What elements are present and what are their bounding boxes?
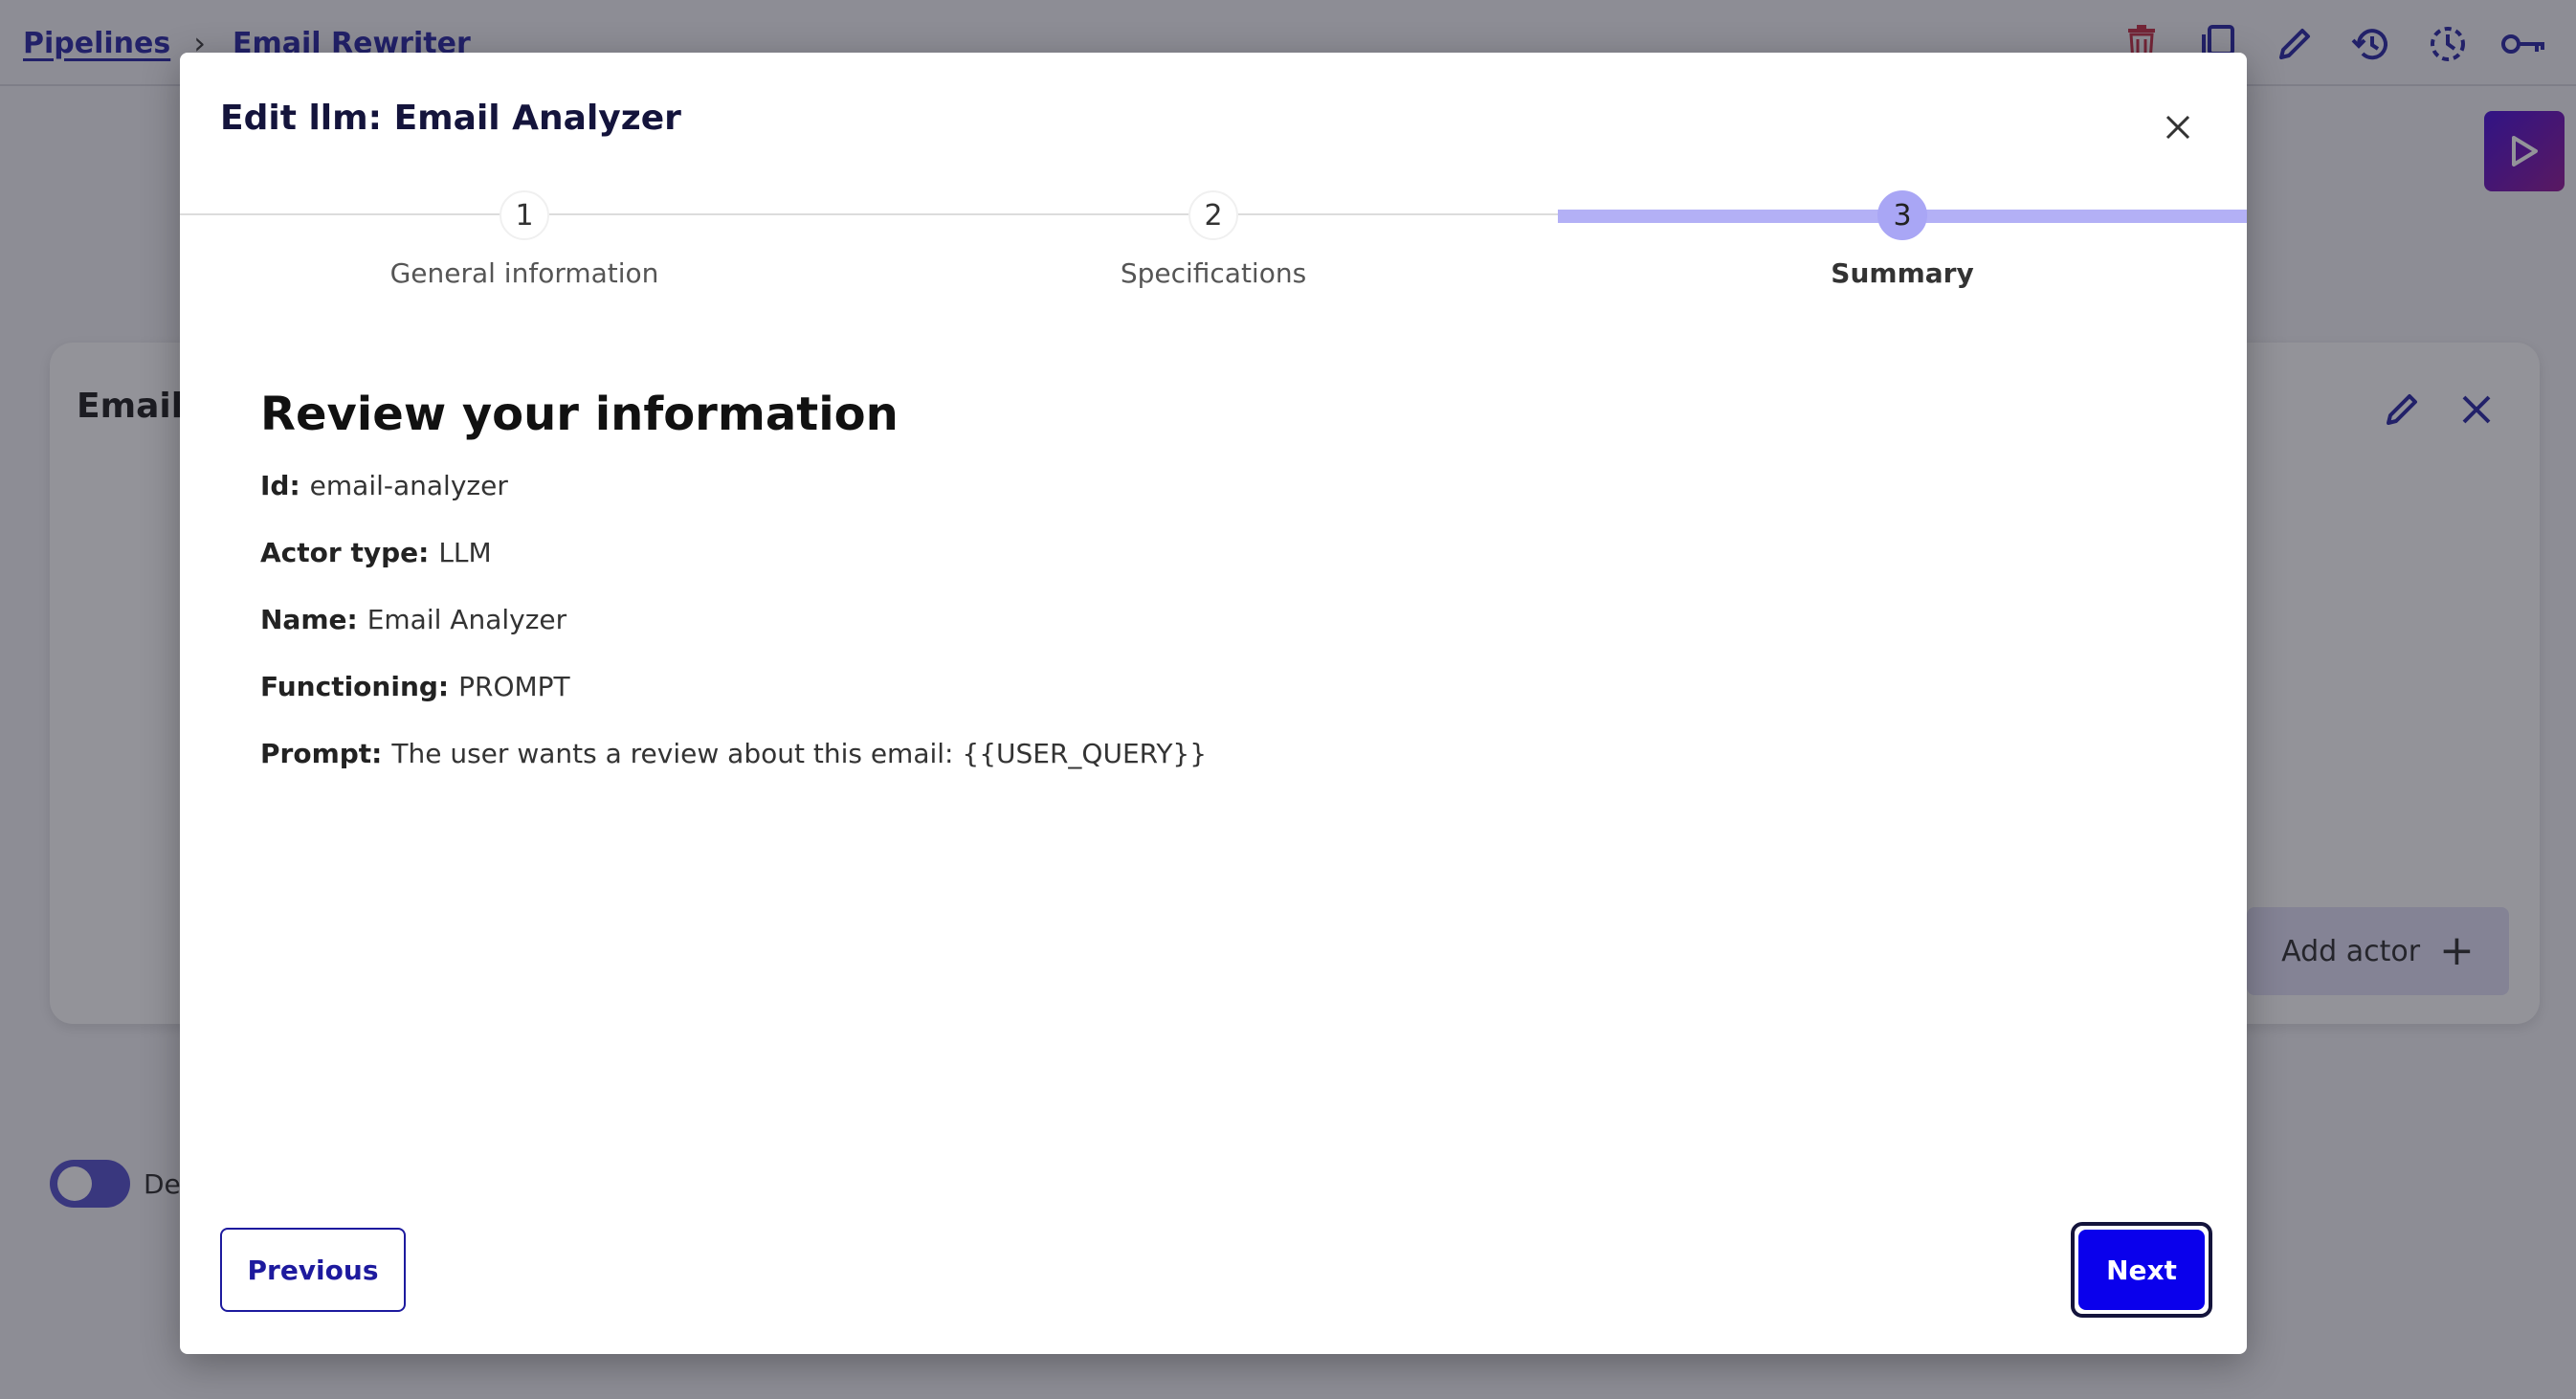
field-key: Name: bbox=[260, 604, 358, 635]
field-value: LLM bbox=[438, 537, 492, 568]
step-number: 2 bbox=[1188, 190, 1238, 240]
step-label: Specifications bbox=[1120, 257, 1307, 289]
close-icon[interactable] bbox=[2149, 99, 2207, 156]
review-section: Review your information Id: email-analyze… bbox=[260, 388, 1207, 805]
field-name: Name: Email Analyzer bbox=[260, 604, 1207, 671]
modal-title: Edit llm: Email Analyzer bbox=[220, 99, 681, 138]
field-actor-type: Actor type: LLM bbox=[260, 537, 1207, 604]
review-heading: Review your information bbox=[260, 388, 899, 441]
edit-llm-modal: Edit llm: Email Analyzer 1 General infor… bbox=[180, 53, 2247, 1354]
step-summary[interactable]: 3 Summary bbox=[1558, 187, 2247, 301]
step-number: 3 bbox=[1877, 190, 1927, 240]
field-prompt: Prompt: The user wants a review about thi… bbox=[260, 738, 1207, 805]
field-value: Email Analyzer bbox=[366, 604, 567, 635]
next-button[interactable]: Next bbox=[2071, 1222, 2212, 1318]
field-functioning: Functioning: PROMPT bbox=[260, 671, 1207, 738]
field-key: Prompt: bbox=[260, 738, 383, 769]
field-value: PROMPT bbox=[458, 671, 570, 702]
step-specifications[interactable]: 2 Specifications bbox=[869, 187, 1558, 301]
next-button-label: Next bbox=[2078, 1230, 2205, 1310]
step-general-information[interactable]: 1 General information bbox=[180, 187, 869, 301]
field-key: Functioning: bbox=[260, 671, 450, 702]
step-number: 1 bbox=[500, 190, 549, 240]
field-key: Id: bbox=[260, 470, 300, 501]
field-key: Actor type: bbox=[260, 537, 430, 568]
stepper: 1 General information 2 Specifications 3… bbox=[180, 187, 2247, 301]
step-label: Summary bbox=[1831, 257, 1974, 289]
field-value: email-analyzer bbox=[309, 470, 508, 501]
previous-button[interactable]: Previous bbox=[220, 1228, 406, 1312]
field-value: The user wants a review about this email… bbox=[391, 738, 1208, 769]
step-label: General information bbox=[389, 257, 659, 289]
field-id: Id: email-analyzer bbox=[260, 470, 1207, 537]
